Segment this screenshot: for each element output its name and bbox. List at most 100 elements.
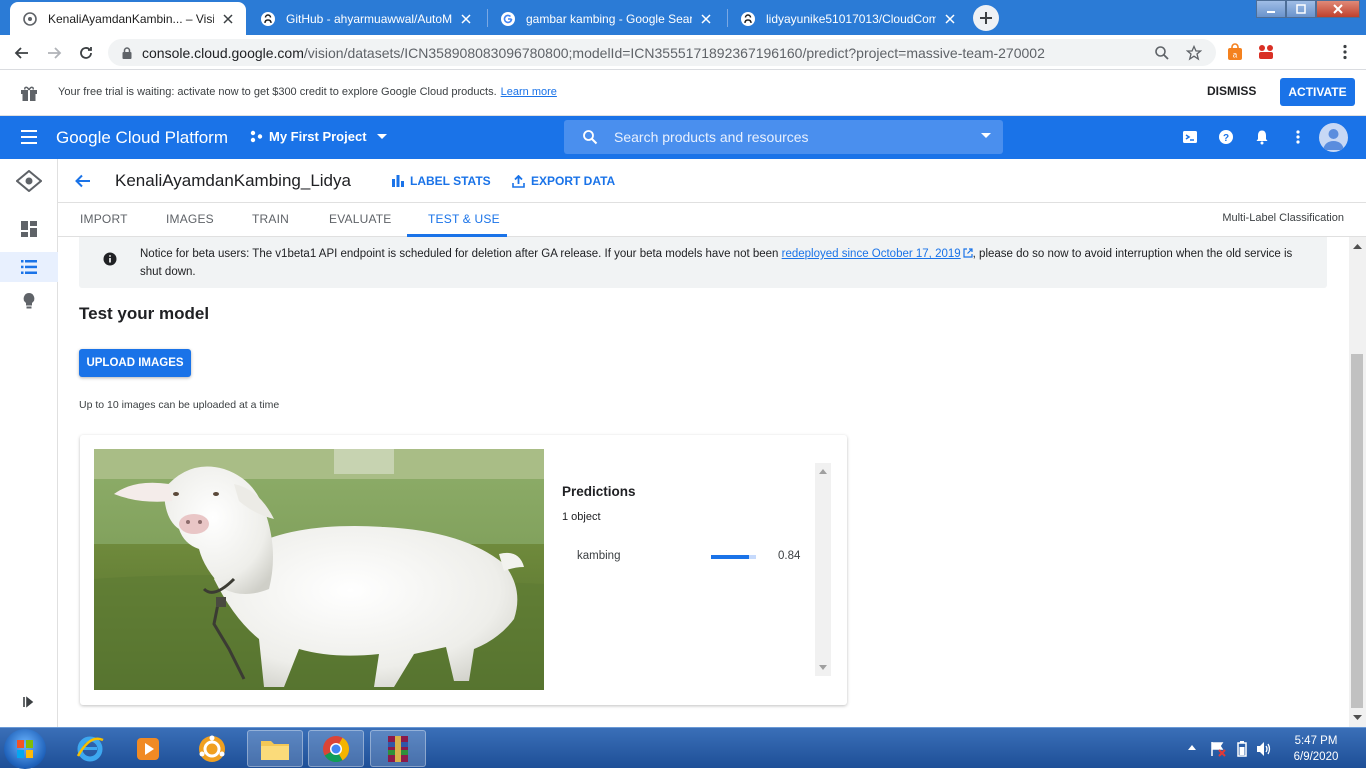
search-bar[interactable]: Search products and resources: [564, 120, 1003, 154]
media-player-app[interactable]: [120, 730, 176, 767]
hamburger-menu-icon[interactable]: [20, 129, 38, 145]
project-selector[interactable]: My First Project: [250, 129, 393, 144]
account-avatar[interactable]: [1319, 123, 1348, 152]
tab-title: GitHub - ahyarmuawwal/AutoML: [286, 11, 452, 26]
close-window-button[interactable]: [1316, 0, 1360, 18]
help-icon[interactable]: ?: [1218, 129, 1234, 145]
label-stats-button[interactable]: LABEL STATS: [392, 174, 491, 188]
back-arrow-icon[interactable]: [74, 172, 92, 190]
new-tab-button[interactable]: [973, 5, 999, 31]
dashboard-icon[interactable]: [19, 219, 39, 239]
left-nav-rail: [0, 159, 58, 727]
tab-evaluate[interactable]: EVALUATE: [329, 212, 392, 226]
github-icon: [261, 11, 275, 26]
close-tab-icon[interactable]: [220, 11, 236, 27]
chrome-app[interactable]: [308, 730, 364, 767]
browser-tab-github-cloudcomp[interactable]: lidyayunike51017013/CloudComp: [728, 2, 968, 35]
page-scrollbar-thumb[interactable]: [1351, 354, 1363, 708]
predictions-title: Predictions: [562, 484, 636, 499]
svg-text:a: a: [1233, 51, 1238, 60]
tab-import[interactable]: IMPORT: [80, 212, 128, 226]
tab-train[interactable]: TRAIN: [252, 212, 289, 226]
lock-icon: [122, 46, 132, 59]
chevron-down-icon[interactable]: [981, 133, 991, 139]
user-icon: [1323, 129, 1344, 150]
ubuntu-app[interactable]: [184, 730, 240, 767]
trial-text: Your free trial is waiting: activate now…: [58, 86, 497, 98]
browser-tab-github[interactable]: GitHub - ahyarmuawwal/AutoML: [248, 2, 484, 35]
more-vert-icon[interactable]: [1290, 129, 1306, 145]
upload-icon: [512, 174, 525, 188]
predictions-scrollbar[interactable]: [815, 463, 831, 676]
prediction-label: kambing: [577, 550, 621, 562]
dismiss-button[interactable]: DISMISS: [1207, 84, 1256, 98]
back-arrow-icon[interactable]: [12, 43, 32, 63]
battery-icon[interactable]: [1237, 741, 1247, 757]
redeployed-link[interactable]: redeployed since October 17, 2019: [782, 248, 961, 260]
github-icon: [741, 11, 755, 26]
page-scrollbar[interactable]: [1349, 237, 1366, 727]
internet-explorer-icon: [76, 736, 104, 761]
winrar-app[interactable]: [370, 730, 426, 767]
reload-icon[interactable]: [76, 43, 96, 63]
folder-icon: [261, 740, 289, 760]
maximize-button[interactable]: [1286, 0, 1316, 18]
upload-hint: Up to 10 images can be uploaded at a tim…: [79, 399, 280, 411]
tab-test-and-use[interactable]: TEST & USE: [428, 212, 500, 226]
close-tab-icon[interactable]: [942, 11, 958, 27]
external-link-icon[interactable]: [963, 248, 973, 258]
scroll-up-arrow-icon[interactable]: [819, 468, 827, 474]
uploaded-goat-image: [94, 449, 544, 690]
gift-icon: [21, 86, 37, 101]
minimize-button[interactable]: [1256, 0, 1286, 18]
export-data-button[interactable]: EXPORT DATA: [512, 174, 615, 188]
project-name: My First Project: [269, 129, 367, 144]
predictions-count: 1 object: [562, 511, 601, 523]
learn-more-link[interactable]: Learn more: [501, 86, 557, 98]
browser-tab-vision[interactable]: KenaliAyamdanKambin... – Vision: [10, 2, 246, 35]
meeting-extension-icon[interactable]: [1257, 43, 1275, 61]
lightbulb-icon[interactable]: [19, 291, 39, 311]
datasets-list-icon[interactable]: [19, 257, 39, 277]
search-placeholder: Search products and resources: [614, 129, 809, 145]
prediction-score-fill: [711, 555, 749, 559]
close-tab-icon[interactable]: [698, 11, 714, 27]
gcp-brand[interactable]: Google Cloud Platform: [56, 128, 228, 148]
url-host: console.cloud.google.com: [142, 44, 304, 61]
cloud-shell-icon[interactable]: [1182, 129, 1198, 145]
close-tab-icon[interactable]: [458, 11, 474, 27]
scroll-down-arrow-icon[interactable]: [1353, 715, 1362, 721]
scroll-down-arrow-icon[interactable]: [819, 665, 827, 671]
system-clock[interactable]: 5:47 PM 6/9/2020: [1286, 733, 1346, 765]
gcp-header: Google Cloud Platform My First Project S…: [0, 116, 1366, 159]
zoom-search-icon[interactable]: [1154, 45, 1170, 61]
show-hidden-icons-arrow[interactable]: [1188, 744, 1196, 750]
speaker-volume-icon[interactable]: [1256, 741, 1272, 757]
browser-tab-google-search[interactable]: gambar kambing - Google Search: [488, 2, 724, 35]
tab-images[interactable]: IMAGES: [166, 212, 214, 226]
bookmark-star-icon[interactable]: [1186, 45, 1202, 61]
internet-explorer-app[interactable]: [62, 730, 118, 767]
project-dots-icon: [250, 130, 263, 143]
tab-title: gambar kambing - Google Search: [526, 11, 692, 26]
forward-arrow-icon[interactable]: [44, 43, 64, 63]
notifications-bell-icon[interactable]: [1254, 129, 1270, 145]
url-bar[interactable]: console.cloud.google.com/vision/datasets…: [108, 39, 1216, 66]
chevron-down-icon: [376, 133, 387, 139]
expand-rail-icon[interactable]: [22, 695, 36, 709]
maximize-icon: [1296, 4, 1306, 14]
vision-product-icon[interactable]: [16, 170, 42, 192]
activate-button[interactable]: ACTIVATE: [1280, 78, 1355, 106]
info-icon: [103, 252, 117, 266]
start-button[interactable]: [4, 729, 46, 769]
upload-images-button[interactable]: UPLOAD IMAGES: [79, 349, 191, 377]
notice-text-before: Notice for beta users: The v1beta1 API e…: [140, 248, 782, 260]
svg-text:?: ?: [1223, 133, 1229, 144]
classification-type: Multi-Label Classification: [1222, 212, 1344, 224]
scroll-up-arrow-icon[interactable]: [1353, 243, 1362, 249]
google-icon: [501, 11, 515, 26]
action-center-flag-icon[interactable]: [1210, 741, 1226, 757]
more-vert-icon[interactable]: [1336, 43, 1354, 61]
shopping-extension-icon[interactable]: a: [1226, 43, 1244, 61]
file-explorer-app[interactable]: [247, 730, 303, 767]
